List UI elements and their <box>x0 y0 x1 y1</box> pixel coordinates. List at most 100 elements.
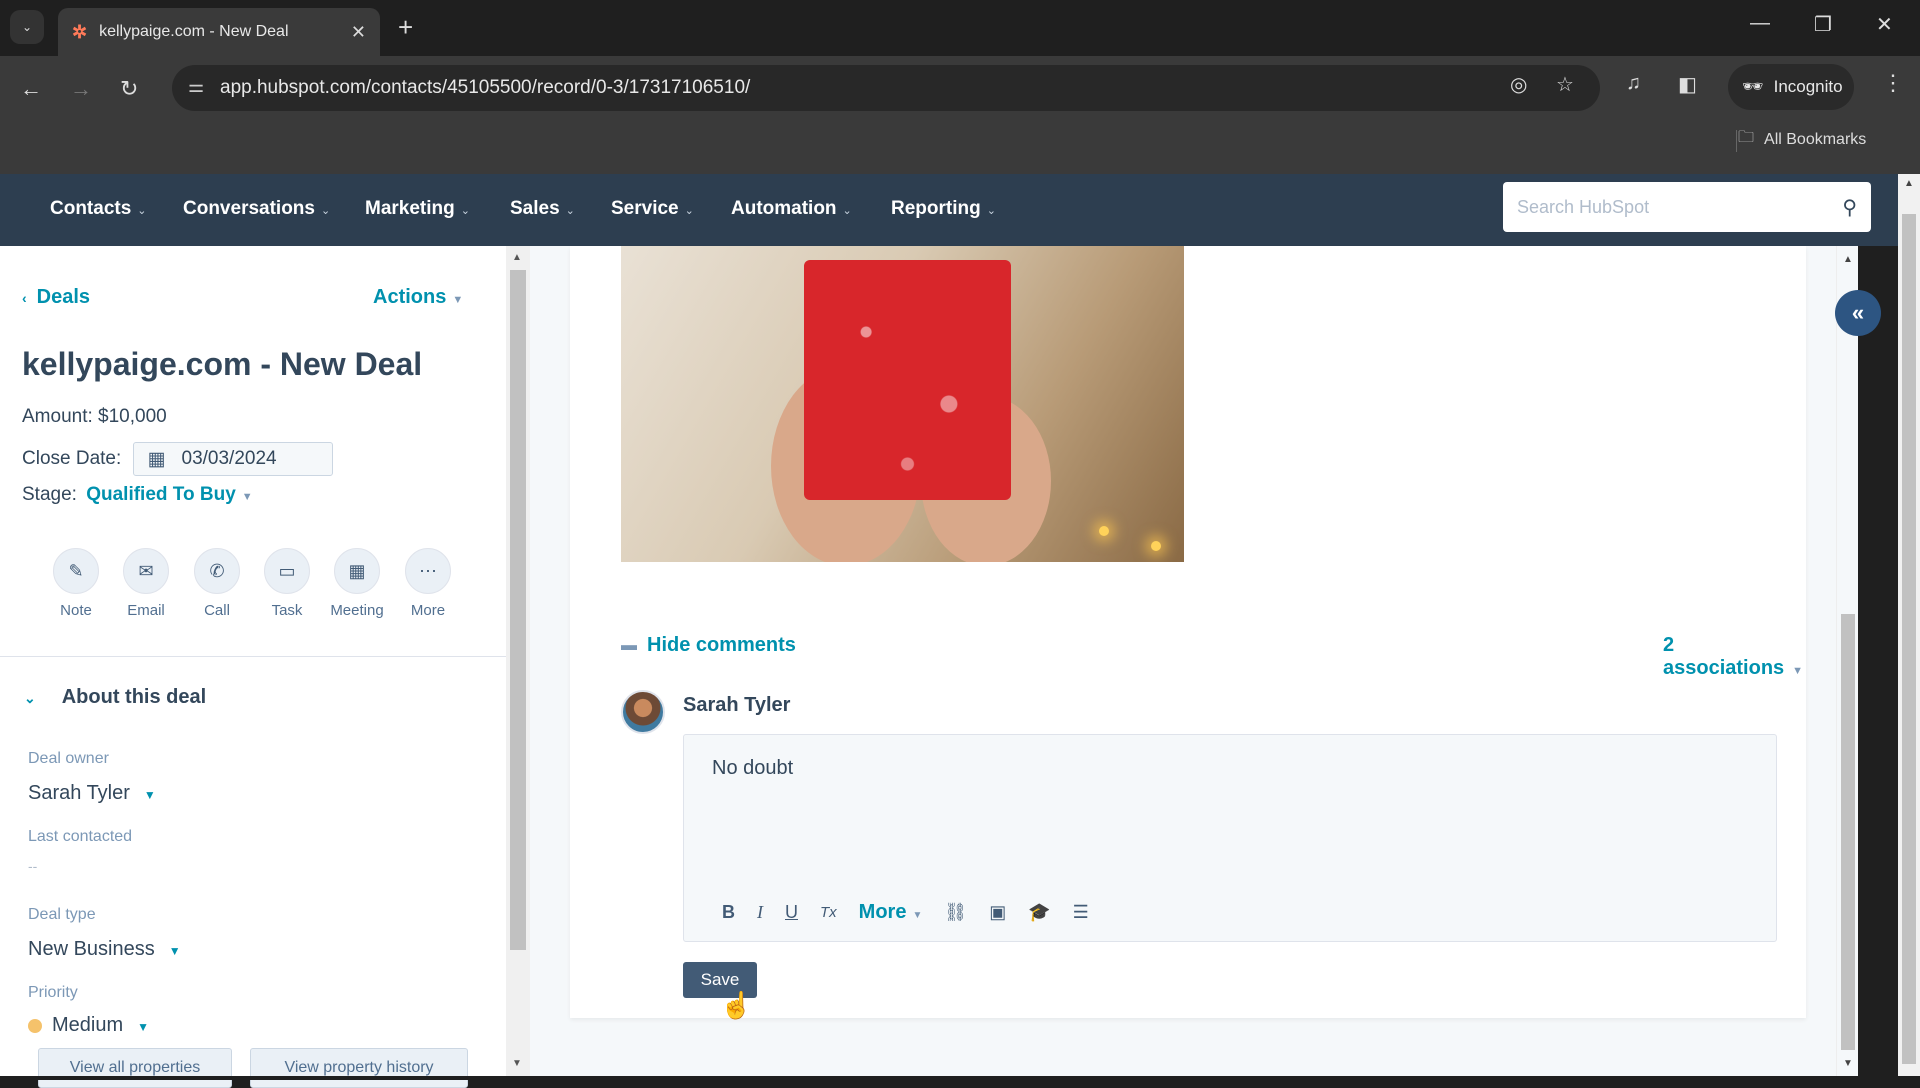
deal-owner-dropdown[interactable]: Sarah Tyler ▼ <box>28 782 156 805</box>
scroll-up-arrow-icon[interactable]: ▲ <box>512 252 522 263</box>
knowledge-icon[interactable]: 🎓 <box>1028 902 1050 923</box>
forward-button[interactable]: → <box>70 76 92 102</box>
nav-label: Reporting <box>891 198 981 219</box>
italic-button[interactable]: I <box>757 902 763 923</box>
page-scrollbar[interactable]: ▲ <box>1898 174 1920 1080</box>
search-input[interactable] <box>1517 196 1843 218</box>
nav-marketing[interactable]: Marketing ⌄ <box>365 198 470 220</box>
scroll-up-arrow-icon[interactable]: ▲ <box>1843 254 1853 265</box>
chevron-down-icon: ⌄ <box>137 205 147 217</box>
back-button[interactable]: ← <box>20 76 42 102</box>
section-divider <box>0 656 506 657</box>
collapse-sidebar-button[interactable]: « <box>1835 290 1881 336</box>
about-this-deal-toggle[interactable]: ⌄ About this deal <box>24 686 206 709</box>
nav-label: Conversations <box>183 198 315 219</box>
caret-down-icon: ▼ <box>137 1020 150 1034</box>
deal-sidebar: ‹ Deals Actions ▼ kellypaige.com - New Dea… <box>0 246 506 1080</box>
nav-reporting[interactable]: Reporting ⌄ <box>891 198 996 220</box>
tab-close-icon[interactable]: ✕ <box>351 22 366 43</box>
activity-label: Meeting <box>330 602 384 619</box>
hide-comments-label: Hide comments <box>647 634 796 656</box>
scroll-down-arrow-icon[interactable]: ▼ <box>512 1058 522 1069</box>
minimize-button[interactable]: — <box>1750 12 1770 35</box>
photo-gift-box <box>804 260 1011 500</box>
nav-service[interactable]: Service ⌄ <box>611 198 694 220</box>
new-tab-button[interactable]: + <box>398 12 413 43</box>
amount-value[interactable]: $10,000 <box>98 406 167 427</box>
close-window-button[interactable]: ✕ <box>1876 12 1893 37</box>
gift-image <box>621 246 1184 562</box>
stage-dropdown[interactable]: Qualified To Buy ▼ <box>86 484 252 505</box>
priority-dropdown[interactable]: Medium ▼ <box>28 1014 149 1037</box>
sidebar-scroll-thumb[interactable] <box>510 270 526 950</box>
activity-email-button[interactable]: ✉ Email <box>116 548 176 619</box>
view-all-properties-button[interactable]: View all properties <box>38 1048 232 1088</box>
caret-down-icon: ▼ <box>143 788 156 802</box>
activity-more-button[interactable]: ⋯ More <box>398 548 458 619</box>
about-header-label: About this deal <box>61 686 207 708</box>
main-scrollbar[interactable]: ▲ ▼ <box>1836 246 1858 1080</box>
media-controls-icon[interactable]: ♫ <box>1626 72 1641 95</box>
reload-button[interactable]: ↻ <box>120 76 138 102</box>
address-bar[interactable]: ⚌ app.hubspot.com/contacts/45105500/reco… <box>172 65 1600 111</box>
hide-comments-link[interactable]: ▬ Hide comments <box>621 634 796 657</box>
nav-conversations[interactable]: Conversations ⌄ <box>183 198 330 220</box>
associations-label: 2 associations <box>1663 634 1785 679</box>
browser-menu-icon[interactable]: ⋮ <box>1882 70 1904 96</box>
incognito-indicator[interactable]: 🕶 Incognito <box>1728 64 1854 110</box>
nav-label: Service <box>611 198 679 219</box>
nav-label: Contacts <box>50 198 132 219</box>
associations-dropdown[interactable]: 2 associations ▼ <box>1663 634 1806 680</box>
tracking-protection-icon[interactable]: ◎ <box>1510 72 1527 97</box>
all-bookmarks-button[interactable]: 🗀 All Bookmarks <box>1738 126 1866 153</box>
browser-tab[interactable]: ✲ kellypaige.com - New Deal ✕ <box>58 8 380 56</box>
nav-sales[interactable]: Sales ⌄ <box>510 198 575 220</box>
nav-label: Sales <box>510 198 560 219</box>
snippet-icon[interactable]: ☰ <box>1073 902 1089 923</box>
link-icon[interactable]: ⛓ <box>944 902 967 923</box>
nav-contacts[interactable]: Contacts ⌄ <box>50 198 147 220</box>
underline-button[interactable]: U <box>785 902 798 923</box>
nav-label: Marketing <box>365 198 455 219</box>
stage-line: Stage: Qualified To Buy ▼ <box>22 484 253 506</box>
scroll-down-arrow-icon[interactable]: ▼ <box>1843 1058 1853 1069</box>
bookmark-star-icon[interactable]: ☆ <box>1556 72 1574 97</box>
activity-meeting-button[interactable]: ▦ Meeting <box>327 548 387 619</box>
scroll-up-arrow-icon[interactable]: ▲ <box>1904 178 1914 189</box>
call-icon: ✆ <box>194 548 240 594</box>
view-property-history-button[interactable]: View property history <box>250 1048 468 1088</box>
main-scroll-thumb[interactable] <box>1841 614 1855 1050</box>
url-text: app.hubspot.com/contacts/45105500/record… <box>220 77 751 98</box>
comment-editor[interactable]: No doubt B I U Tx More ▼ ⛓ ▣ 🎓 ☰ <box>683 734 1777 942</box>
amount-label: Amount: <box>22 406 93 427</box>
tab-title: kellypaige.com - New Deal <box>99 23 289 40</box>
side-panel-icon[interactable]: ◧ <box>1678 72 1697 97</box>
clear-format-button[interactable]: Tx <box>820 904 837 921</box>
restore-button[interactable]: ❐ <box>1814 12 1832 37</box>
sidebar-scrollbar[interactable]: ▲ ▼ <box>506 246 530 1080</box>
activity-task-button[interactable]: ▭ Task <box>257 548 317 619</box>
activity-call-button[interactable]: ✆ Call <box>187 548 247 619</box>
back-to-deals-link[interactable]: ‹ Deals <box>22 286 90 309</box>
page-scroll-thumb[interactable] <box>1902 214 1916 1064</box>
chevron-down-icon: ⌄ <box>986 205 996 217</box>
last-contacted-label: Last contacted <box>28 828 133 845</box>
more-label: More <box>858 901 907 923</box>
close-date-field[interactable]: ▦ 03/03/2024 <box>132 442 333 476</box>
close-date-line: Close Date: ▦ 03/03/2024 <box>22 442 333 476</box>
double-chevron-left-icon: « <box>1851 300 1865 325</box>
tab-search-button[interactable]: ⌄ <box>10 10 44 44</box>
nav-automation[interactable]: Automation ⌄ <box>731 198 852 220</box>
caret-down-icon: ▼ <box>912 910 923 921</box>
more-format-dropdown[interactable]: More ▼ <box>859 901 923 924</box>
actions-dropdown[interactable]: Actions ▼ <box>373 286 463 309</box>
search-icon[interactable]: ⚲ <box>1842 195 1857 220</box>
activity-note-button[interactable]: ✎ Note <box>46 548 106 619</box>
deal-type-dropdown[interactable]: New Business ▼ <box>28 938 181 961</box>
photo-light <box>1099 526 1109 536</box>
site-info-icon[interactable]: ⚌ <box>188 76 204 97</box>
comment-text[interactable]: No doubt <box>712 757 793 780</box>
incognito-icon: 🕶 <box>1742 77 1764 96</box>
image-icon[interactable]: ▣ <box>989 902 1006 923</box>
bold-button[interactable]: B <box>722 902 735 923</box>
